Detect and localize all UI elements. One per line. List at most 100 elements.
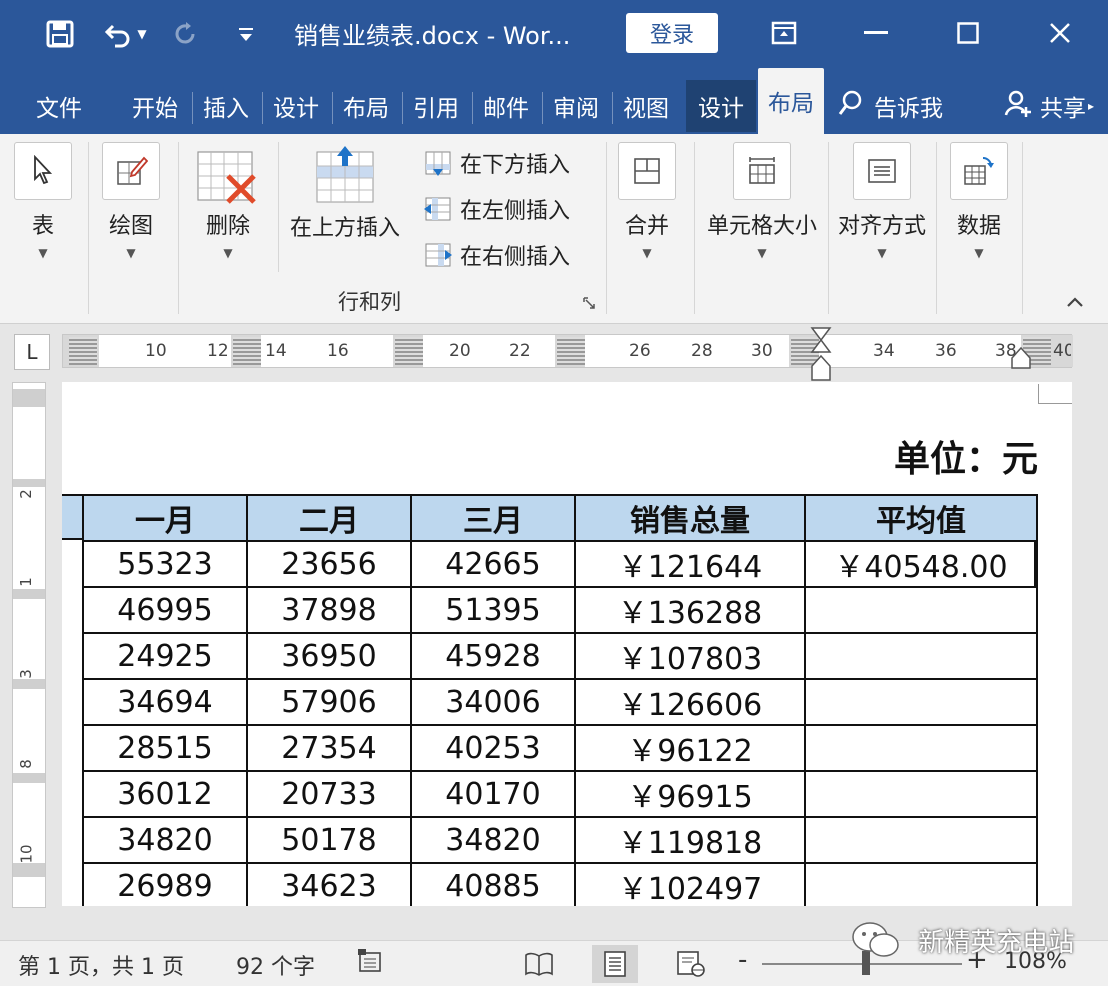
table-cell[interactable]: 34820 — [82, 816, 248, 864]
table-cell[interactable]: 34006 — [410, 678, 576, 726]
insert-left-button[interactable]: 在左侧插入 — [424, 194, 570, 224]
table-cell[interactable]: 26989 — [82, 862, 248, 906]
close-icon[interactable] — [1034, 10, 1086, 56]
tab-review[interactable]: 审阅 — [544, 80, 608, 132]
table-cell[interactable] — [804, 770, 1038, 818]
sales-table[interactable]: 一月 二月 三月 销售总量 平均值 55323 23656 42665 ￥121644… — [82, 494, 1038, 906]
tab-view[interactable]: 视图 — [614, 80, 678, 132]
table-cell[interactable]: 23656 — [246, 540, 412, 588]
tab-table-layout[interactable]: 布局 — [758, 68, 824, 134]
table-cell[interactable]: 55323 — [82, 540, 248, 588]
column-marker[interactable] — [233, 337, 261, 365]
tab-layout[interactable]: 布局 — [334, 80, 398, 132]
table-cell[interactable]: 51395 — [410, 586, 576, 634]
table-cell[interactable]: 36012 — [82, 770, 248, 818]
word-count[interactable]: 92 个字 — [236, 949, 315, 981]
tab-design[interactable]: 设计 — [264, 80, 328, 132]
table-cell[interactable]: ￥96915 — [574, 770, 806, 818]
print-layout-icon[interactable] — [592, 945, 638, 983]
column-marker[interactable] — [557, 337, 585, 365]
minimize-icon[interactable] — [850, 10, 902, 56]
table-cell[interactable]: 20733 — [246, 770, 412, 818]
proofing-icon[interactable] — [356, 947, 384, 981]
table-cell[interactable]: 34694 — [82, 678, 248, 726]
delete-button[interactable]: 删除 ▼ — [196, 148, 260, 260]
dialog-launcher-icon[interactable] — [582, 296, 596, 314]
insert-right-button[interactable]: 在右侧插入 — [424, 240, 570, 270]
undo-icon[interactable] — [100, 14, 136, 54]
ribbon-display-options-icon[interactable] — [758, 10, 810, 56]
column-header[interactable]: 三月 — [410, 494, 576, 542]
table-cell[interactable]: ￥40548.00 — [804, 540, 1038, 588]
tab-insert[interactable]: 插入 — [194, 80, 258, 132]
web-layout-icon[interactable] — [668, 945, 714, 983]
table-cell[interactable]: 24925 — [82, 632, 248, 680]
tab-file[interactable]: 文件 — [22, 80, 96, 132]
zoom-out-button[interactable]: - — [738, 945, 747, 975]
table-cell[interactable]: ￥102497 — [574, 862, 806, 906]
column-header[interactable]: 一月 — [82, 494, 248, 542]
table-cell[interactable]: 46995 — [82, 586, 248, 634]
table-cell[interactable]: 45928 — [410, 632, 576, 680]
customize-quick-access-icon[interactable] — [228, 14, 264, 54]
login-button[interactable]: 登录 — [626, 13, 718, 53]
table-cell[interactable]: 40253 — [410, 724, 576, 772]
column-marker[interactable] — [395, 337, 423, 365]
undo-dropdown-icon[interactable]: ▼ — [132, 14, 152, 54]
table-cell[interactable]: 50178 — [246, 816, 412, 864]
table-cell[interactable] — [804, 678, 1038, 726]
alignment-button[interactable]: 对齐方式 ▼ — [834, 142, 930, 260]
data-button[interactable]: 数据 ▼ — [950, 142, 1008, 260]
table-cell[interactable]: ￥107803 — [574, 632, 806, 680]
merge-button[interactable]: 合并 ▼ — [618, 142, 676, 260]
table-cell[interactable]: ￥121644 — [574, 540, 806, 588]
column-header[interactable]: 平均值 — [804, 494, 1038, 542]
tab-references[interactable]: 引用 — [404, 80, 468, 132]
table-select-button[interactable]: 表 ▼ — [14, 142, 72, 260]
table-cell[interactable] — [804, 816, 1038, 864]
insert-above-button[interactable]: 在上方插入 — [290, 144, 400, 242]
table-cell[interactable]: 42665 — [410, 540, 576, 588]
column-marker[interactable] — [69, 337, 97, 365]
tab-selector[interactable]: L — [14, 334, 50, 370]
right-indent-marker-icon[interactable] — [1010, 346, 1032, 370]
table-cell[interactable]: 57906 — [246, 678, 412, 726]
tell-me-search[interactable]: 告诉我 — [838, 80, 968, 132]
collapse-ribbon-icon[interactable] — [1066, 292, 1084, 313]
table-cell[interactable]: 28515 — [82, 724, 248, 772]
table-cell[interactable] — [804, 862, 1038, 906]
table-cell[interactable]: 37898 — [246, 586, 412, 634]
document-page[interactable]: 单位：元 一月 二月 三月 销售总量 平均值 55323 23656 42665 ￥1… — [62, 382, 1072, 906]
indent-marker-icon[interactable] — [810, 326, 832, 382]
horizontal-ruler[interactable]: 10 12 14 16 20 22 26 28 30 34 36 38 40 — [62, 334, 1073, 368]
vertical-ruler[interactable]: 2 1 3 8 10 — [12, 382, 46, 908]
table-cell[interactable]: 34623 — [246, 862, 412, 906]
table-cell[interactable]: 40885 — [410, 862, 576, 906]
table-cell[interactable]: ￥136288 — [574, 586, 806, 634]
rows-columns-group-label: 行和列 — [338, 290, 401, 314]
tab-home[interactable]: 开始 — [122, 80, 188, 132]
read-mode-icon[interactable] — [516, 945, 562, 983]
table-cell[interactable]: ￥119818 — [574, 816, 806, 864]
column-header[interactable]: 二月 — [246, 494, 412, 542]
maximize-icon[interactable] — [942, 10, 994, 56]
table-cell[interactable]: 36950 — [246, 632, 412, 680]
table-cell[interactable]: 40170 — [410, 770, 576, 818]
table-cell[interactable]: 27354 — [246, 724, 412, 772]
tab-mailings[interactable]: 邮件 — [474, 80, 538, 132]
table-cell[interactable]: 34820 — [410, 816, 576, 864]
insert-below-button[interactable]: 在下方插入 — [424, 148, 570, 178]
cell-size-button[interactable]: 单元格大小 ▼ — [700, 142, 824, 260]
group-divider — [1022, 142, 1023, 314]
table-cell[interactable]: ￥96122 — [574, 724, 806, 772]
table-cell[interactable]: ￥126606 — [574, 678, 806, 726]
save-icon[interactable] — [42, 14, 78, 54]
draw-button[interactable]: 绘图 ▼ — [102, 142, 160, 260]
table-cell[interactable] — [804, 632, 1038, 680]
table-cell[interactable] — [804, 724, 1038, 772]
column-header[interactable]: 销售总量 — [574, 494, 806, 542]
page-info[interactable]: 第 1 页，共 1 页 — [18, 949, 184, 981]
share-button[interactable]: 共享 ▸ — [1004, 80, 1108, 132]
tab-table-design[interactable]: 设计 — [686, 80, 756, 132]
table-cell[interactable] — [804, 586, 1038, 634]
